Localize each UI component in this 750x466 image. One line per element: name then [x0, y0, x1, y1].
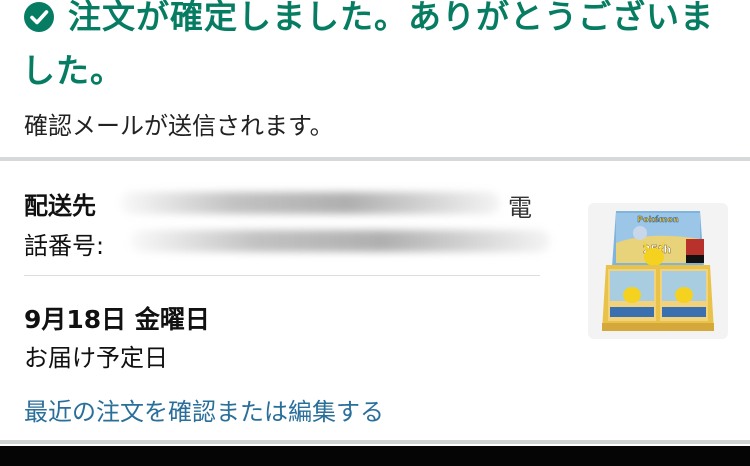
phone-label-start: 電 — [508, 194, 532, 222]
delivery-date: 9月18日 金曜日 — [24, 305, 210, 334]
redacted-phone-number — [130, 230, 550, 252]
brand-logo-text: Pokémon — [637, 214, 679, 224]
product-thumbnail[interactable]: Pokémon 25th — [588, 203, 728, 339]
section-divider-bottom — [0, 440, 750, 444]
confirmation-headline: 注文が確定しました。ありがとうございました。 — [22, 0, 714, 90]
shipping-address-label: 配送先 — [24, 192, 96, 220]
divider — [24, 275, 540, 276]
order-confirmation-banner: 注文が確定しました。ありがとうございました。 確認メールが送信されます。 — [0, 0, 750, 160]
section-divider — [0, 157, 750, 161]
review-orders-link[interactable]: 最近の注文を確認または編集する — [24, 392, 384, 427]
redacted-address — [120, 192, 500, 214]
delivery-date-caption: お届け予定日 — [24, 344, 168, 372]
confirmation-email-message: 確認メールが送信されます。 — [24, 112, 334, 140]
phone-number-label: 話番号: — [24, 232, 105, 260]
screen-bottom-edge — [0, 446, 750, 466]
